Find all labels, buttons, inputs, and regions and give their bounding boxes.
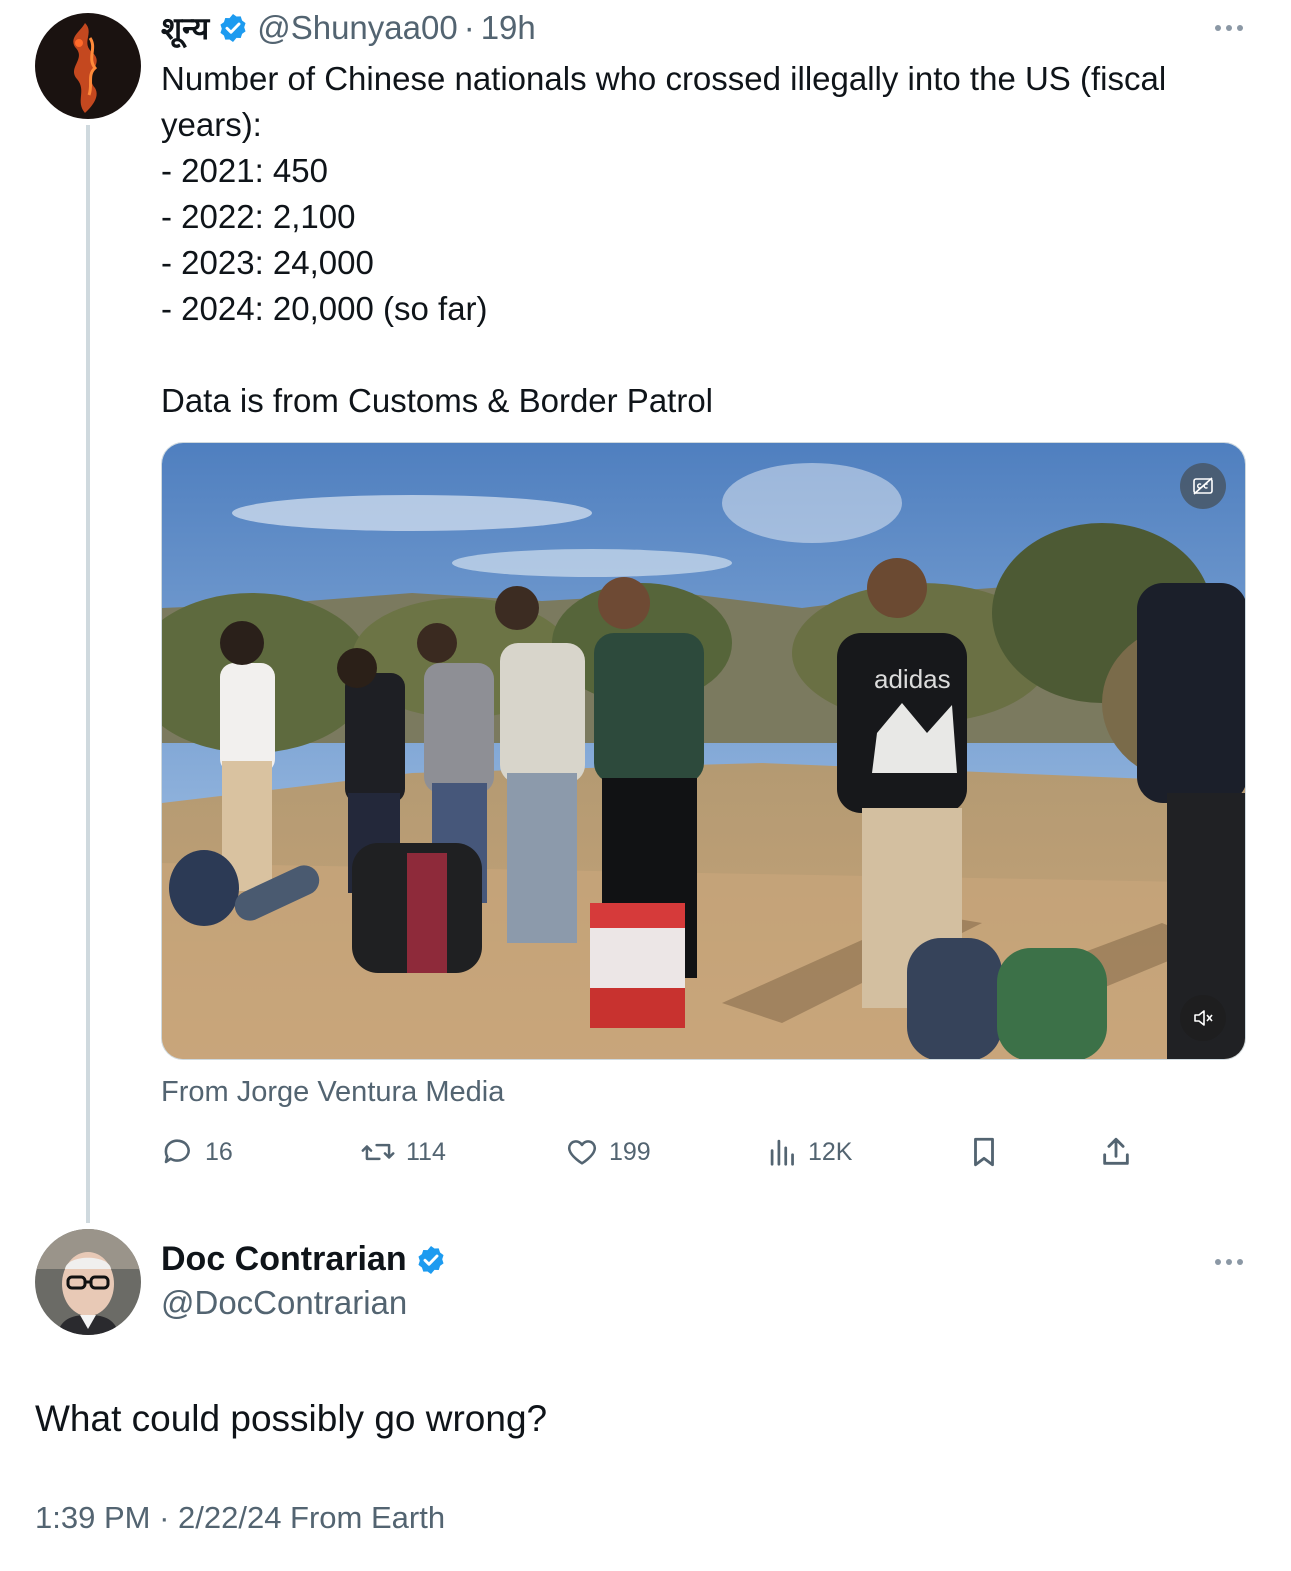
shirt-logo-text: adidas <box>874 664 951 694</box>
reply-timestamp-row: 1:39 PM · 2/22/24 From Earth <box>35 1500 445 1536</box>
views-icon <box>768 1135 798 1169</box>
separator-dot: · <box>159 1500 178 1535</box>
share-button[interactable] <box>1099 1132 1133 1172</box>
tweet-line: - 2023: 24,000 <box>161 244 374 281</box>
tweet-line: Data is from Customs & Border Patrol <box>161 382 714 419</box>
reply-author-handle[interactable]: @DocContrarian <box>161 1284 407 1322</box>
like-count: 199 <box>609 1137 651 1166</box>
verified-badge-icon <box>217 12 249 44</box>
author-avatar[interactable] <box>35 13 141 119</box>
share-icon <box>1099 1135 1133 1169</box>
repost-button[interactable]: 114 <box>360 1132 446 1172</box>
captions-off-icon[interactable] <box>1180 463 1226 509</box>
reply-icon <box>161 1135 195 1169</box>
heart-icon <box>565 1135 599 1169</box>
tweet-line: Number of Chinese nationals who crossed … <box>161 60 1167 97</box>
reply-date-origin: 2/22/24 From Earth <box>178 1500 446 1535</box>
bookmark-button[interactable] <box>968 1132 1000 1172</box>
author-name[interactable]: शून्य <box>161 7 209 49</box>
bookmark-icon <box>968 1135 1000 1169</box>
views-count: 12K <box>808 1137 853 1166</box>
muted-speaker-icon[interactable] <box>1180 995 1226 1041</box>
like-button[interactable]: 199 <box>565 1132 651 1172</box>
author-handle[interactable]: @Shunyaa00 <box>257 9 457 47</box>
views-button[interactable]: 12K <box>768 1132 852 1172</box>
more-options-icon[interactable] <box>1209 18 1249 38</box>
tweet-time[interactable]: 19h <box>481 9 536 47</box>
tweet-line: years): <box>161 106 262 143</box>
tweet-text: Number of Chinese nationals who crossed … <box>161 56 1241 424</box>
thread-connector-line <box>86 125 90 1223</box>
reply-author-avatar[interactable] <box>35 1229 141 1335</box>
repost-count: 114 <box>406 1137 446 1166</box>
more-options-icon[interactable] <box>1209 1252 1249 1272</box>
reply-time[interactable]: 1:39 PM <box>35 1500 159 1535</box>
media-source-attribution[interactable]: From Jorge Ventura Media <box>161 1076 504 1109</box>
tweet-header: शून्य @Shunyaa00 · 19h <box>161 8 536 48</box>
tweet-line: - 2021: 450 <box>161 152 328 189</box>
tweet-line: - 2022: 2,100 <box>161 198 356 235</box>
reply-author-name-row: Doc Contrarian <box>161 1240 447 1279</box>
repost-icon <box>360 1135 396 1169</box>
verified-badge-icon <box>415 1244 447 1276</box>
reply-button[interactable]: 16 <box>161 1132 233 1172</box>
tweet-video[interactable]: adidas <box>161 442 1246 1060</box>
tweet-line: - 2024: 20,000 (so far) <box>161 290 488 327</box>
reply-text: What could possibly go wrong? <box>35 1398 548 1439</box>
separator-dot: · <box>463 9 475 46</box>
reply-count: 16 <box>205 1137 233 1166</box>
reply-author-name[interactable]: Doc Contrarian <box>161 1240 407 1279</box>
